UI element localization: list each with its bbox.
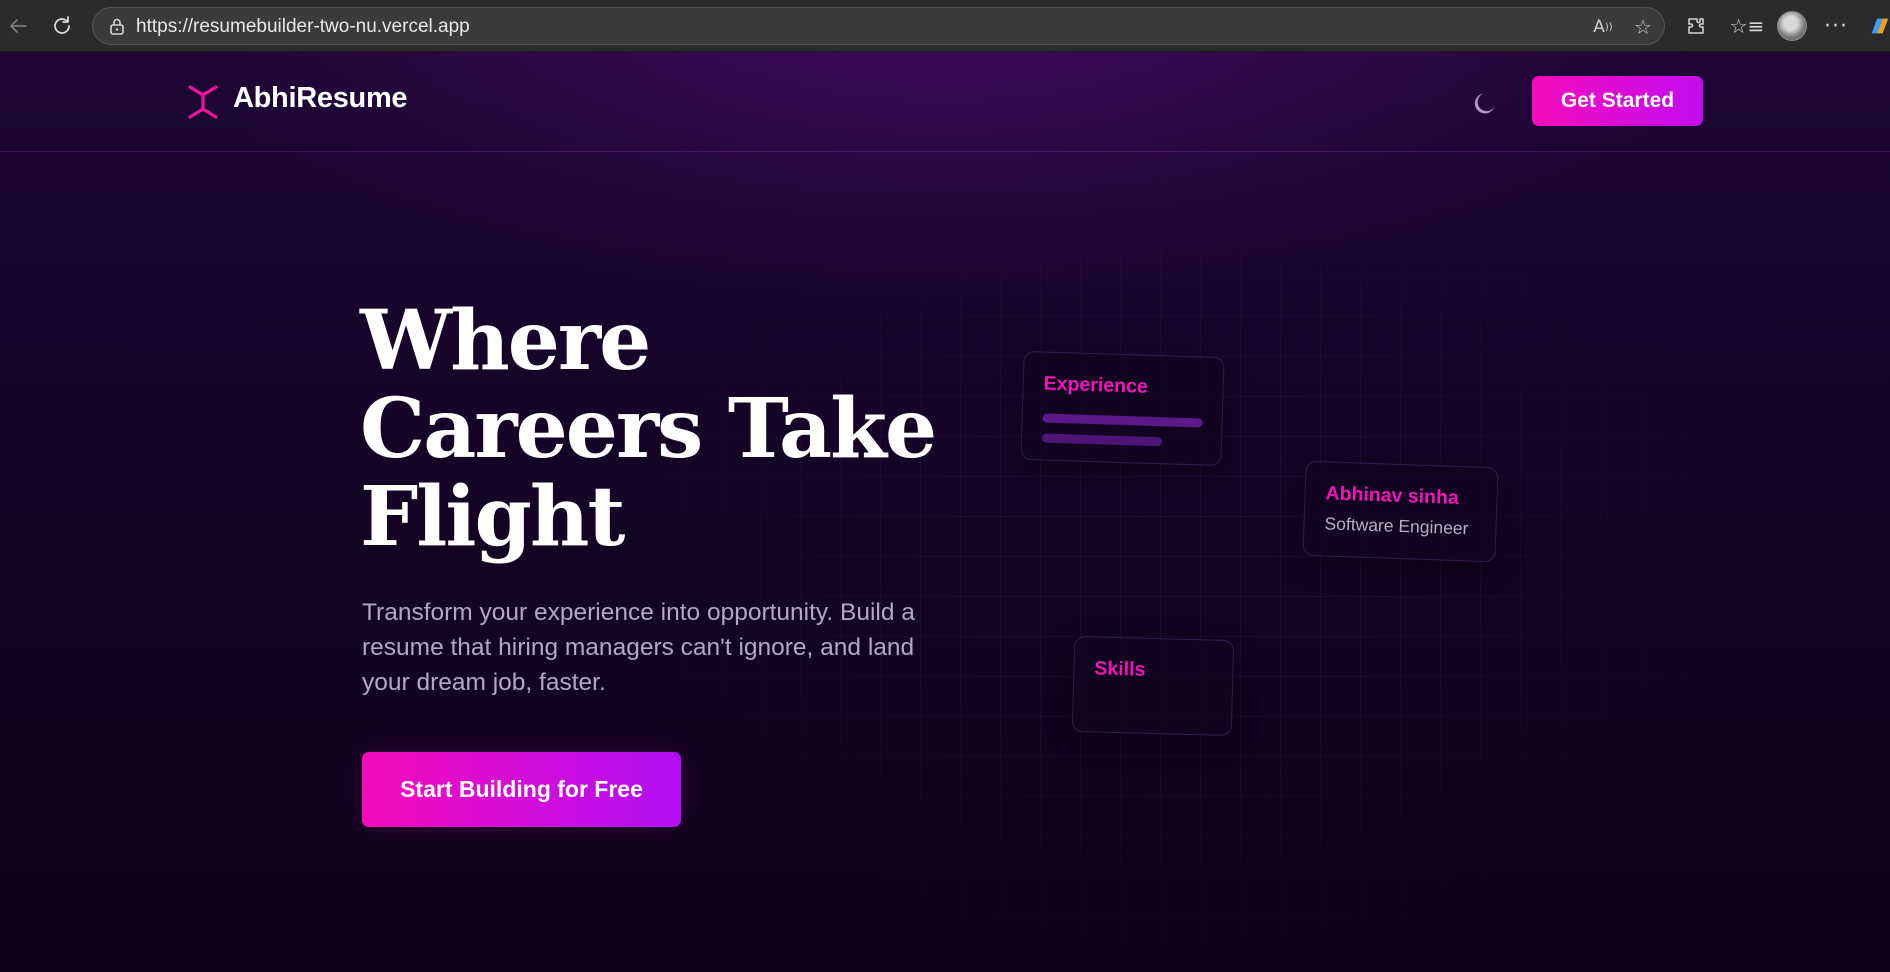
profile-role: Software Engineer xyxy=(1324,513,1469,539)
hero-title-line: Where xyxy=(360,293,651,389)
url-text[interactable]: https://resumebuilder-two-nu.vercel.app xyxy=(136,16,470,38)
profile-name: Abhinav sinha xyxy=(1325,482,1460,510)
placeholder-line xyxy=(1041,433,1163,447)
favorite-star-icon[interactable]: ☆ xyxy=(1631,15,1655,39)
skills-card-heading: Skills xyxy=(1094,657,1146,681)
extensions-icon[interactable] xyxy=(1682,12,1710,40)
hero-subtitle: Transform your experience into opportuni… xyxy=(362,599,915,696)
more-options-icon[interactable]: ··· xyxy=(1822,12,1850,40)
background-grid xyxy=(0,52,1890,972)
skills-card: Skills xyxy=(1071,635,1235,737)
logo-icon[interactable] xyxy=(186,84,220,120)
site-header: AbhiResume Get Started xyxy=(0,52,1890,152)
profile-card: Abhinav sinha Software Engineer xyxy=(1302,460,1499,563)
favorites-icon[interactable]: ☆≡ xyxy=(1730,12,1765,40)
read-aloud-icon[interactable]: A)) xyxy=(1591,15,1615,39)
hero-title-line: Careers Take xyxy=(360,381,937,477)
hero-title-line: Flight xyxy=(360,469,625,565)
browser-toolbar: https://resumebuilder-two-nu.vercel.app … xyxy=(0,0,1890,52)
back-arrow-icon[interactable] xyxy=(4,12,32,40)
reload-icon[interactable] xyxy=(48,12,76,40)
copilot-icon[interactable] xyxy=(1868,12,1890,40)
experience-card-heading: Experience xyxy=(1043,372,1149,398)
lock-icon[interactable] xyxy=(107,16,127,36)
profile-avatar[interactable] xyxy=(1777,11,1807,41)
hero-title: Where Careers Take Flight xyxy=(360,293,937,565)
start-building-button[interactable]: Start Building for Free xyxy=(362,752,681,827)
address-bar[interactable]: https://resumebuilder-two-nu.vercel.app … xyxy=(92,7,1665,45)
page-viewport: AbhiResume Get Started Where Careers Tak… xyxy=(0,52,1890,972)
brand-name[interactable]: AbhiResume xyxy=(233,82,408,115)
get-started-button[interactable]: Get Started xyxy=(1532,76,1703,126)
experience-card: Experience xyxy=(1020,350,1225,467)
moon-icon[interactable] xyxy=(1470,86,1502,118)
placeholder-line xyxy=(1042,413,1203,428)
